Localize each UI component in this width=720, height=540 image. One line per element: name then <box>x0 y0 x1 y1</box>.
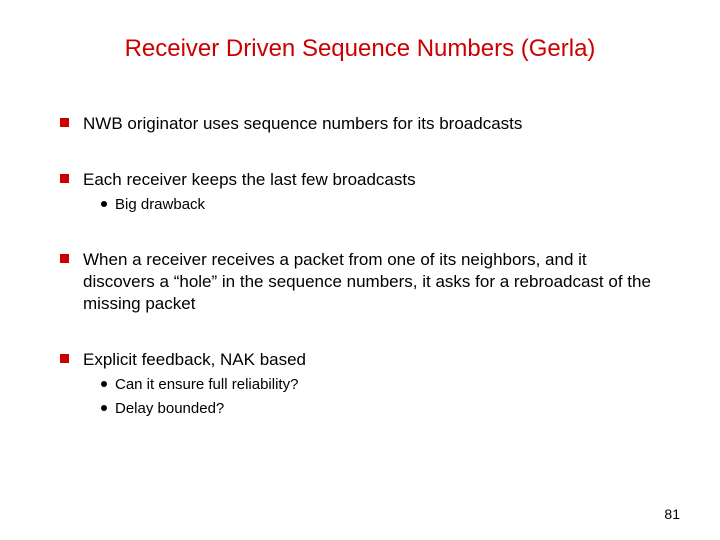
bullet-text: NWB originator uses sequence numbers for… <box>83 114 522 133</box>
bullet-item: When a receiver receives a packet from o… <box>60 249 660 315</box>
slide-title: Receiver Driven Sequence Numbers (Gerla) <box>60 35 660 63</box>
bullet-text: When a receiver receives a packet from o… <box>83 250 651 313</box>
bullet-item: Explicit feedback, NAK based Can it ensu… <box>60 349 660 418</box>
bullet-list: NWB originator uses sequence numbers for… <box>60 113 660 418</box>
sub-bullet-item: Delay bounded? <box>101 399 660 419</box>
sub-bullet-text: Can it ensure full reliability? <box>115 375 298 395</box>
dot-bullet-icon <box>101 405 107 411</box>
bullet-item: Each receiver keeps the last few broadca… <box>60 169 660 215</box>
sub-bullet-item: Big drawback <box>101 195 660 215</box>
square-bullet-icon <box>60 254 69 263</box>
bullet-text: Each receiver keeps the last few broadca… <box>83 170 416 189</box>
dot-bullet-icon <box>101 381 107 387</box>
square-bullet-icon <box>60 354 69 363</box>
page-number: 81 <box>664 506 680 522</box>
sub-bullet-item: Can it ensure full reliability? <box>101 375 660 395</box>
square-bullet-icon <box>60 174 69 183</box>
dot-bullet-icon <box>101 201 107 207</box>
bullet-text: Explicit feedback, NAK based <box>83 350 306 369</box>
sub-bullet-text: Delay bounded? <box>115 399 224 419</box>
square-bullet-icon <box>60 118 69 127</box>
bullet-item: NWB originator uses sequence numbers for… <box>60 113 660 135</box>
sub-bullet-text: Big drawback <box>115 195 205 215</box>
